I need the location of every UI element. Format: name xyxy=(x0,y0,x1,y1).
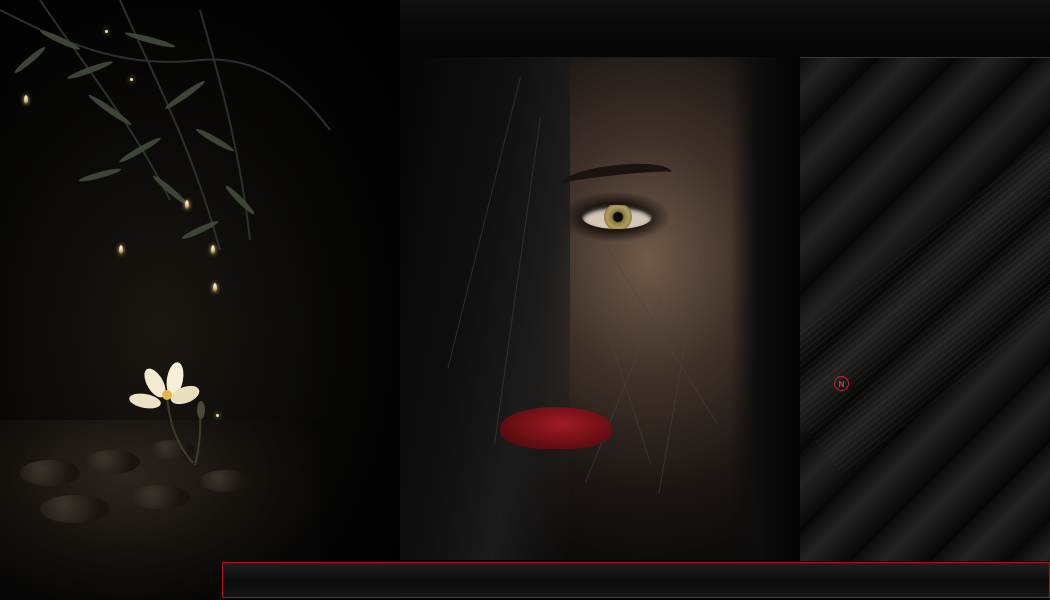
stone xyxy=(40,495,110,523)
circular-monogram-icon: N xyxy=(834,376,849,391)
eye xyxy=(582,205,652,229)
hair-strand xyxy=(658,256,701,494)
droplet xyxy=(213,283,217,292)
iris xyxy=(604,205,632,229)
hair-strand xyxy=(585,296,661,483)
hair-strand xyxy=(600,236,718,424)
droplet xyxy=(119,245,123,254)
stone xyxy=(130,485,190,509)
left-image-panel xyxy=(0,0,400,600)
fine-line-sheen xyxy=(800,142,1050,474)
hair-left xyxy=(400,57,570,560)
white-flower-graphic xyxy=(129,362,205,466)
droplet xyxy=(211,245,215,254)
stone xyxy=(20,460,80,486)
portrait-image-panel xyxy=(400,57,800,560)
hair-right xyxy=(730,57,800,560)
light-spark xyxy=(130,78,133,81)
droplet xyxy=(185,200,189,209)
light-spark xyxy=(105,30,108,33)
eyebrow xyxy=(560,159,674,197)
droplet xyxy=(24,95,28,104)
lips xyxy=(500,407,612,449)
bottom-bar xyxy=(222,562,1050,598)
top-strip xyxy=(400,0,1050,57)
diagonal-texture-panel: N xyxy=(800,57,1050,561)
